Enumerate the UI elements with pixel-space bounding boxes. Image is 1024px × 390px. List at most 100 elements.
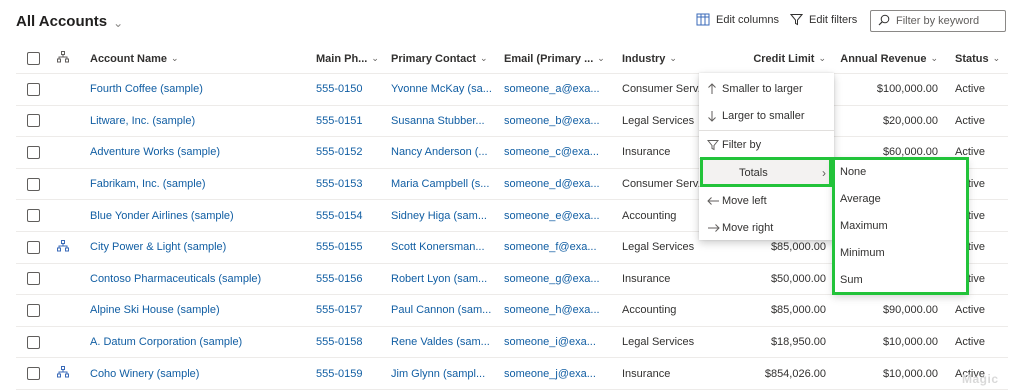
email-link[interactable]: someone_d@exa... [504,169,606,200]
hierarchy-icon[interactable] [57,366,69,381]
keyword-search[interactable] [870,10,1006,32]
totals-item[interactable]: Totals › [699,159,834,186]
totals-option-sum[interactable]: Sum [833,266,968,293]
account-name-link[interactable]: Litware, Inc. (sample) [90,106,308,137]
table-row[interactable]: A. Datum Corporation (sample) 555-0158 Ren… [16,327,1008,359]
main-phone-link[interactable]: 555-0152 [316,137,386,168]
account-name-link[interactable]: Fabrikam, Inc. (sample) [90,169,308,200]
column-header-email[interactable]: Email (Primary ... ⌄ [504,44,606,73]
credit-limit-cell: $854,026.00 [764,367,826,380]
hierarchy-cell [57,137,77,168]
main-phone-link[interactable]: 555-0151 [316,106,386,137]
row-checkbox[interactable] [27,82,40,96]
email-link[interactable]: someone_h@exa... [504,295,606,326]
row-checkbox[interactable] [27,145,40,159]
account-name-link[interactable]: Blue Yonder Airlines (sample) [90,200,308,231]
edit-columns-button[interactable]: Edit columns [696,13,779,26]
view-header: All Accounts ⌄ Edit columns Edit filters [0,0,1024,44]
annual-revenue-cell: $10,000.00 [882,336,938,349]
account-name-link[interactable]: Adventure Works (sample) [90,137,308,168]
main-phone-link[interactable]: 555-0158 [316,327,386,358]
account-name-link[interactable]: A. Datum Corporation (sample) [90,327,308,358]
row-checkbox[interactable] [27,177,40,191]
industry-cell: Legal Services [622,114,695,127]
chevron-down-icon: ⌄ [669,53,677,63]
primary-contact-link[interactable]: Robert Lyon (sam... [391,264,499,295]
column-header-industry[interactable]: Industry ⌄ [622,44,702,73]
email-link[interactable]: someone_g@exa... [504,264,606,295]
primary-contact-link[interactable]: Paul Cannon (sam... [391,295,499,326]
email-link[interactable]: someone_i@exa... [504,327,606,358]
edit-filters-button[interactable]: Edit filters [790,13,857,26]
table-row[interactable]: Alpine Ski House (sample) 555-0157 Paul Ca… [16,295,1008,327]
search-input[interactable] [896,15,1001,27]
main-phone-link[interactable]: 555-0159 [316,358,386,389]
primary-contact-link[interactable]: Maria Campbell (s... [391,169,499,200]
menu-item-label: Move left [722,194,767,207]
menu-item-label: Larger to smaller [722,109,805,122]
email-link[interactable]: someone_e@exa... [504,200,606,231]
primary-contact-link[interactable]: Rene Valdes (sam... [391,327,499,358]
main-phone-link[interactable]: 555-0154 [316,200,386,231]
column-header-credit-limit[interactable]: Credit Limit ⌄ [706,44,826,73]
move-left-item[interactable]: Move left [699,187,834,214]
email-link[interactable]: someone_b@exa... [504,106,606,137]
primary-contact-link[interactable]: Susanna Stubber... [391,106,499,137]
hierarchy-icon[interactable] [57,239,69,255]
main-phone-link[interactable]: 555-0150 [316,74,386,105]
account-name-link[interactable]: Alpine Ski House (sample) [90,295,308,326]
account-name-link[interactable]: Fourth Coffee (sample) [90,74,308,105]
totals-option-maximum[interactable]: Maximum [833,212,968,239]
email-link[interactable]: someone_c@exa... [504,137,606,168]
row-checkbox[interactable] [27,209,40,223]
totals-option-none[interactable]: None [833,158,968,185]
row-checkbox[interactable] [27,272,40,286]
totals-option-average[interactable]: Average [833,185,968,212]
column-header-label: Email (Primary ... [504,52,594,65]
column-header-main-phone[interactable]: Main Ph... ⌄ [316,44,386,73]
primary-contact-link[interactable]: Jim Glynn (sampl... [391,358,499,389]
main-phone-link[interactable]: 555-0155 [316,232,386,263]
email-link[interactable]: someone_f@exa... [504,232,606,263]
column-header-annual-revenue[interactable]: Annual Revenue ⌄ [838,44,938,73]
view-selector[interactable]: All Accounts ⌄ [16,13,123,30]
table-row[interactable]: Fourth Coffee (sample) 555-0150 Yvonne McK… [16,74,1008,106]
primary-contact-link[interactable]: Sidney Higa (sam... [391,200,499,231]
row-checkbox[interactable] [27,335,40,349]
column-header-primary-contact[interactable]: Primary Contact ⌄ [391,44,499,73]
status-cell: Active [955,83,985,96]
hierarchy-cell [57,200,77,231]
move-right-item[interactable]: Move right [699,214,834,241]
chevron-down-icon: ⌄ [479,53,488,63]
select-all-checkbox[interactable] [27,52,40,65]
table-row[interactable]: Litware, Inc. (sample) 555-0151 Susanna St… [16,106,1008,138]
email-link[interactable]: someone_j@exa... [504,358,606,389]
sort-descending-item[interactable]: Larger to smaller [699,102,834,129]
totals-option-minimum[interactable]: Minimum [833,239,968,266]
status-cell: Active [955,336,985,349]
main-phone-link[interactable]: 555-0153 [316,169,386,200]
chevron-right-icon: › [822,165,826,180]
main-phone-link[interactable]: 555-0156 [316,264,386,295]
main-phone-link[interactable]: 555-0157 [316,295,386,326]
column-header-account-name[interactable]: Account Name ⌄ [90,44,308,73]
primary-contact-link[interactable]: Scott Konersman... [391,232,499,263]
sort-ascending-item[interactable]: Smaller to larger [699,75,834,102]
industry-cell: Consumer Serv... [622,83,702,96]
industry-cell: Insurance [622,146,671,159]
filter-by-item[interactable]: Filter by [699,131,834,158]
table-row[interactable]: Coho Winery (sample) 555-0159 Jim Glynn (s… [16,358,1008,390]
row-checkbox[interactable] [27,114,40,128]
primary-contact-link[interactable]: Nancy Anderson (... [391,137,499,168]
account-name-link[interactable]: City Power & Light (sample) [90,232,308,263]
account-name-link[interactable]: Coho Winery (sample) [90,358,308,389]
email-link[interactable]: someone_a@exa... [504,74,606,105]
column-header-status[interactable]: Status ⌄ [955,44,1011,73]
annual-revenue-cell: $100,000.00 [876,83,938,96]
primary-contact-link[interactable]: Yvonne McKay (sa... [391,74,499,105]
row-checkbox[interactable] [27,367,40,381]
hierarchy-cell [57,169,77,200]
row-checkbox[interactable] [27,303,40,317]
account-name-link[interactable]: Contoso Pharmaceuticals (sample) [90,264,308,295]
row-checkbox[interactable] [27,240,40,254]
